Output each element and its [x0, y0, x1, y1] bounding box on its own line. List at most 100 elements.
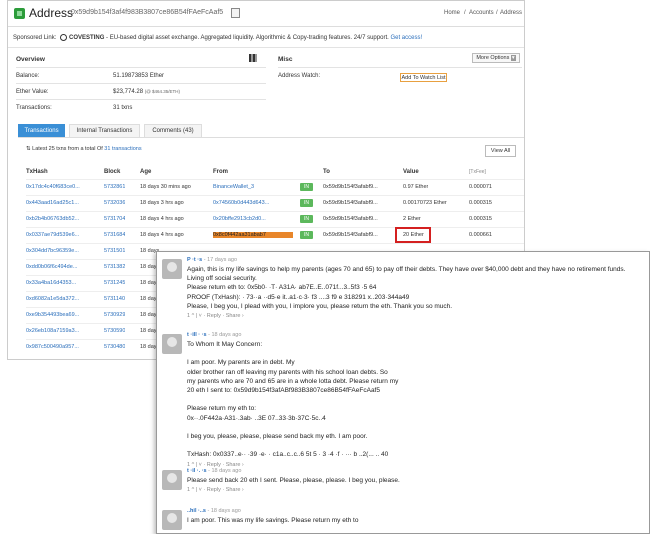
sponsor-name[interactable]: COVESTING — [69, 35, 104, 41]
comment-actions[interactable]: 1 ^ | ˅ · Reply · Share › — [187, 487, 244, 493]
in-badge: IN — [300, 199, 313, 207]
nav-home[interactable]: Home — [444, 10, 460, 16]
comment-actions[interactable]: 1 ^ | ˅ · Reply · Share › — [187, 313, 244, 319]
tx-hash-link[interactable]: 0xdd0b06f6c494de... — [26, 264, 100, 270]
commenter-name[interactable]: ..hil ·..s — [187, 508, 206, 514]
block-link[interactable]: 5731684 — [104, 232, 125, 238]
avatar[interactable] — [162, 470, 182, 490]
address-logo-icon — [14, 8, 25, 19]
avatar[interactable] — [162, 259, 182, 279]
more-options-label: More Options — [476, 55, 510, 61]
view-all-button[interactable]: View All — [485, 145, 516, 157]
block-link[interactable]: 5730929 — [104, 312, 125, 318]
tx-hash-link[interactable]: 0xb2b4b06763db52... — [26, 216, 100, 222]
ether-value: $23,774.28 (@ $464.35/ETH) — [113, 89, 180, 95]
comment-line: Please return eth to: 0x5b0· ·T· A31A· a… — [187, 284, 377, 292]
to-address-text: 0x59d9b154f3afabf9... — [323, 184, 378, 190]
comment-actions[interactable]: 1 ^ | ˅ · Reply · Share › — [187, 462, 244, 468]
from-address-link[interactable]: 0x8c0f442aa31abab7 — [213, 232, 293, 238]
commenter-name[interactable]: P ·t ·s — [187, 257, 202, 263]
avatar[interactable] — [162, 510, 182, 530]
block-link[interactable]: 5731382 — [104, 264, 125, 270]
comment-line: Please, I beg you, I plead with you, I i… — [187, 302, 453, 310]
comment-time: - 17 days ago — [202, 257, 238, 263]
tx-hash-link[interactable]: 0x443aad16ad25c1... — [26, 200, 100, 206]
age-text: 18 days 30 mins ago — [140, 184, 191, 190]
divider — [8, 47, 524, 48]
tx-hash-link[interactable]: 0x33a4ba16d4353... — [26, 280, 100, 286]
comment-line: I beg you, please, please, please send b… — [187, 433, 368, 440]
overview-title: Overview — [16, 56, 45, 63]
tab-internal-transactions[interactable]: Internal Transactions — [69, 124, 140, 137]
tx-hash-link[interactable]: 0x987c500490a957... — [26, 344, 100, 350]
txfee-text: 0.000315 — [469, 200, 492, 206]
col-to: To — [323, 169, 330, 175]
balance-value: 51.19873853 Ether — [113, 73, 165, 79]
chevron-down-icon: ▾ — [510, 55, 516, 61]
copy-icon[interactable] — [231, 8, 240, 18]
comment-line: To Whom It May Concern: — [187, 341, 263, 348]
comment-time: - 18 days ago — [205, 508, 241, 514]
tab-underline — [18, 137, 524, 138]
block-link[interactable]: 5731501 — [104, 248, 125, 254]
txfee-text: 0.000661 — [469, 232, 492, 238]
total-transactions-link[interactable]: 31 transactions — [104, 146, 141, 152]
tab-transactions[interactable]: Transactions — [18, 124, 65, 137]
commenter-name[interactable]: t ·il ·. ·s — [187, 468, 207, 474]
col-value: Value — [403, 169, 419, 175]
block-link[interactable]: 5731704 — [104, 216, 125, 222]
add-to-watch-list-button[interactable]: Add To Watch List — [400, 73, 447, 82]
tab-comments[interactable]: Comments (43) — [144, 124, 202, 137]
block-link[interactable]: 5730590 — [104, 328, 125, 334]
sponsor-link[interactable]: Get access! — [390, 35, 422, 41]
address-hash: 0x59d9b154f3af4f983B3807ce86B54fFAeFcAaf… — [71, 9, 224, 16]
block-link[interactable]: 5730480 — [104, 344, 125, 350]
table-row: 0x443aad16ad25c1... 5732036 18 days 3 hrs … — [26, 195, 524, 211]
block-link[interactable]: 5732861 — [104, 184, 125, 190]
block-link[interactable]: 5732036 — [104, 200, 125, 206]
table-row: 0x17dc4c40f683ce0... 5732861 18 days 30 mi… — [26, 179, 524, 195]
in-badge: IN — [300, 231, 313, 239]
age-text: 18 days 3 hrs ago — [140, 200, 184, 206]
avatar[interactable] — [162, 334, 182, 354]
comment-line: Please send back 20 eth I sent. Please, … — [187, 477, 400, 484]
to-address-text: 0x59d9b154f3afabf9... — [323, 200, 378, 206]
from-address-link[interactable]: 0x74560b0d443d643... — [213, 200, 293, 206]
comment-line: PROOF (TxHash): · 73··a ··d5·e it..a1·c·… — [187, 293, 410, 301]
tx-hash-link[interactable]: 0x304dd7bc96359e... — [26, 248, 100, 254]
table-row: 0xb2b4b06763db52... 5731704 18 days 4 hrs … — [26, 211, 524, 227]
sponsored-link: Sponsored Link: COVESTING - EU-based dig… — [13, 34, 422, 41]
value-text: 0.00170723 Ether — [403, 200, 447, 206]
from-address-link[interactable]: BinanceWallet_3 — [213, 184, 293, 190]
qr-code-icon[interactable] — [249, 54, 257, 62]
comment-header: t ·ill · ·s - 18 days ago — [187, 332, 241, 338]
comment-line: Living off social security. — [187, 275, 257, 283]
from-address-link[interactable]: 0x20bffe2913cb2d0... — [213, 216, 293, 222]
block-link[interactable]: 5731245 — [104, 280, 125, 286]
ether-price: (@ $464.35/ETH) — [144, 89, 181, 94]
tx-hash-link[interactable]: 0xe9b354493bea69... — [26, 312, 100, 318]
tx-hash-link[interactable]: 0x26eb108a7159a3... — [26, 328, 100, 334]
table-row: 0x0337ae79d539e6... 5731684 18 days 4 hrs … — [26, 227, 524, 243]
tx-hash-link[interactable]: 0xd6082a1e5da372... — [26, 296, 100, 302]
nav-accounts[interactable]: Accounts — [469, 10, 494, 16]
page-title: Address — [29, 6, 74, 20]
address-watch-label: Address Watch: — [278, 73, 321, 79]
col-from: From — [213, 169, 228, 175]
nav-address[interactable]: Address — [500, 10, 522, 16]
divider — [16, 99, 266, 100]
top-bar: Address 0x59d9b154f3af4f983B3807ce86B54f… — [8, 1, 524, 27]
to-address-text: 0x59d9b154f3afabf9... — [323, 232, 378, 238]
comment-line: 0x··.0F442a·A31·.3ab· ..3E 07..33·3b·37C… — [187, 414, 326, 422]
comment-time: - 18 days ago — [206, 332, 242, 338]
more-options-button[interactable]: More Options ▾ — [472, 53, 520, 63]
block-link[interactable]: 5731140 — [104, 296, 125, 302]
comment-line: Again, this is my life savings to help m… — [187, 266, 626, 273]
ether-value-amount: $23,774.28 — [113, 89, 144, 95]
ether-value-label: Ether Value: — [16, 89, 49, 95]
commenter-name[interactable]: t ·ill · ·s — [187, 332, 207, 338]
to-address-text: 0x59d9b154f3afabf9... — [323, 216, 378, 222]
tx-hash-link[interactable]: 0x0337ae79d539e6... — [26, 232, 100, 238]
transactions-count[interactable]: 31 txns — [113, 105, 132, 111]
tx-hash-link[interactable]: 0x17dc4c40f683ce0... — [26, 184, 100, 190]
